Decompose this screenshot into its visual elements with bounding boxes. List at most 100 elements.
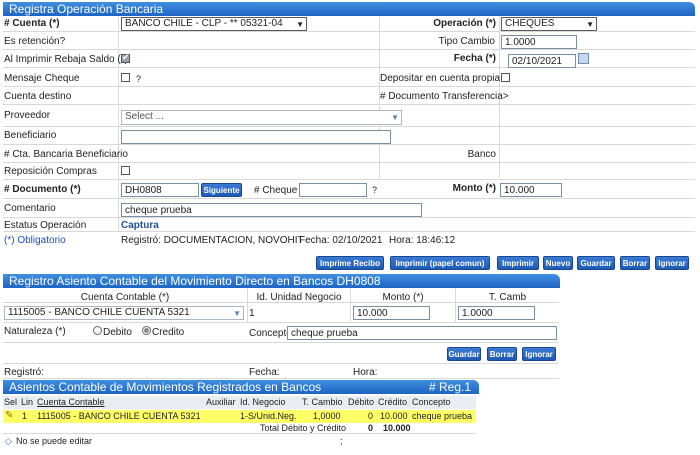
- asiento-tcamb-input[interactable]: 1.0000: [458, 306, 535, 320]
- borrar-button[interactable]: Borrar: [620, 256, 650, 270]
- banco-label: Banco: [467, 149, 496, 160]
- divider: [3, 322, 559, 323]
- depositar-checkbox[interactable]: [501, 73, 510, 82]
- fecha-input[interactable]: 02/10/2021: [508, 54, 576, 68]
- retencion-label: Es retención?: [4, 36, 66, 47]
- asiento-fecha: Fecha:: [249, 367, 280, 378]
- tipo-cambio-input[interactable]: 1.0000: [501, 35, 577, 49]
- operacion-value: CHEQUES: [505, 18, 555, 29]
- proveedor-select[interactable]: Select ... ▼: [121, 110, 402, 125]
- help-icon[interactable]: ?: [136, 74, 141, 84]
- grid-separator: ;: [340, 436, 343, 446]
- divider: [3, 104, 695, 105]
- row-concepto: cheque prueba: [412, 411, 473, 421]
- total-credito: 10.000: [383, 423, 411, 433]
- credito-radio[interactable]: [142, 326, 151, 335]
- imprimir-button[interactable]: Imprimir: [497, 256, 539, 270]
- monto-input[interactable]: 10.000: [500, 183, 562, 197]
- asiento-guardar-button[interactable]: Guardar: [447, 347, 481, 361]
- fecha-label: Fecha (*): [453, 53, 496, 64]
- mensaje-cheque-checkbox[interactable]: [121, 73, 130, 82]
- debito-label: Debito: [103, 327, 132, 338]
- divider: [3, 198, 695, 199]
- checkmark-icon: ✔: [122, 52, 130, 62]
- proveedor-placeholder: Select ...: [125, 111, 164, 122]
- rebaja-saldo-label: Al Imprimir Rebaja Saldo (*): [4, 54, 128, 65]
- asiento-monto-input[interactable]: 10.000: [353, 306, 430, 320]
- calendar-icon[interactable]: [578, 53, 589, 64]
- no-editar-note: No se puede editar: [16, 436, 93, 446]
- concepto-label: Concepto: [249, 328, 292, 339]
- asiento-ignorar-button[interactable]: Ignorar: [522, 347, 556, 361]
- grid-header-credito: Crédito: [378, 397, 408, 407]
- divider: [3, 49, 695, 50]
- grid-header-concepto: Concepto: [412, 397, 451, 407]
- cuenta-destino-label: Cuenta destino: [4, 91, 72, 102]
- divider: [3, 363, 559, 364]
- operacion-select[interactable]: CHEQUES ▼: [501, 17, 597, 31]
- divider: [3, 342, 559, 343]
- comentario-input[interactable]: cheque prueba: [121, 203, 422, 217]
- cheque-input[interactable]: [299, 183, 367, 197]
- comentario-label: Comentario: [4, 203, 56, 214]
- total-debito: 0: [368, 423, 374, 433]
- asiento-title-bar: Registro Asiento Contable del Movimiento…: [3, 274, 560, 288]
- row-debito: 0: [368, 411, 374, 421]
- concepto-input[interactable]: cheque prueba: [287, 326, 557, 340]
- cuenta-value: BANCO CHILE - CLP - ** 05321-04: [125, 18, 283, 29]
- divider: [3, 162, 695, 163]
- debito-radio[interactable]: [93, 326, 102, 335]
- asiento-borrar-button[interactable]: Borrar: [487, 347, 517, 361]
- proveedor-label: Proveedor: [4, 110, 51, 121]
- guardar-button[interactable]: Guardar: [577, 256, 615, 270]
- registro-info: Registró: DOCUMENTACION, NOVOHIT: [121, 235, 304, 246]
- depositar-label: Depositar en cuenta propia: [380, 73, 501, 84]
- beneficiario-input[interactable]: [121, 130, 391, 144]
- grid-header-auxiliar: Auxiliar: [206, 397, 236, 407]
- grid-title: Asientos Contable de Movimientos Registr…: [9, 380, 322, 394]
- obligatorio-note: (*) Obligatorio: [4, 235, 66, 246]
- divider: [3, 179, 695, 180]
- divider: [3, 217, 695, 218]
- doc-transferencia-label: # Documento Transferencia>: [380, 91, 509, 102]
- row-lin: 1: [22, 411, 28, 421]
- divider: [118, 16, 119, 231]
- radio-dot-icon: [144, 328, 149, 333]
- main-title-bar: Registra Operación Bancaria: [3, 2, 695, 16]
- ignorar-button[interactable]: Ignorar: [655, 256, 689, 270]
- chevron-down-icon: ▼: [233, 309, 241, 318]
- divider: [3, 126, 695, 127]
- grid-header-cuenta[interactable]: Cuenta Contable: [37, 397, 105, 407]
- divider: [3, 433, 476, 434]
- help-icon[interactable]: ?: [372, 185, 377, 195]
- nuevo-button[interactable]: Nuevo: [543, 256, 573, 270]
- documento-input[interactable]: DH0808: [121, 183, 199, 197]
- cuenta-select[interactable]: BANCO CHILE - CLP - ** 05321-04 ▼: [121, 17, 307, 31]
- beneficiario-label: Beneficiario: [4, 130, 57, 141]
- siguiente-button[interactable]: Siguiente: [201, 183, 242, 197]
- chevron-down-icon: ▼: [586, 20, 594, 29]
- pencil-icon[interactable]: ✎: [5, 410, 13, 421]
- divider: [3, 67, 695, 68]
- estatus-label: Estatus Operación: [4, 220, 87, 231]
- asiento-header-tcamb: T. Camb: [488, 292, 527, 303]
- main-title: Registra Operación Bancaria: [9, 2, 164, 16]
- rebaja-saldo-checkbox[interactable]: ✔: [121, 52, 130, 63]
- chevron-down-icon: ▼: [296, 20, 304, 29]
- hora-info: Hora: 18:46:12: [389, 235, 456, 246]
- imprimir-papel-button[interactable]: Imprimir (papel comun): [390, 256, 490, 270]
- total-label: Total Débito y Crédito: [260, 423, 347, 433]
- imprime-recibo-button[interactable]: Imprime Recibo: [316, 256, 384, 270]
- chevron-down-icon: ▼: [391, 113, 399, 122]
- fecha-info: Fecha: 02/10/2021: [299, 235, 383, 246]
- row-credito: 10.000: [380, 411, 408, 421]
- reposicion-checkbox[interactable]: [121, 166, 130, 175]
- asiento-cuenta-select[interactable]: 1115005 - BANCO CHILE CUENTA 5321 ▼: [4, 306, 244, 320]
- mensaje-cheque-label: Mensaje Cheque: [4, 73, 80, 84]
- cta-bancaria-label: # Cta. Bancaria Beneficiario: [4, 149, 128, 160]
- cheque-label: # Cheque: [254, 185, 298, 196]
- divider: [3, 144, 695, 145]
- diamond-icon: ◇: [5, 436, 12, 446]
- asiento-title: Registro Asiento Contable del Movimiento…: [9, 274, 381, 288]
- credito-label: Credito: [152, 327, 185, 338]
